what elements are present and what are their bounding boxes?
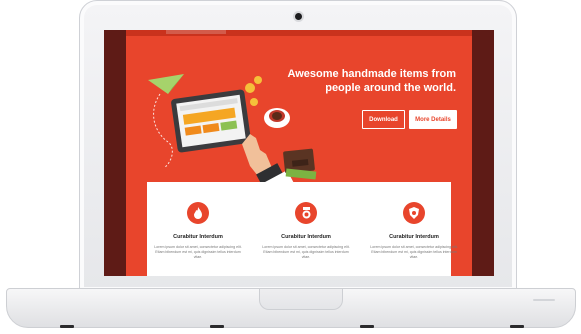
coffee-cup-icon <box>264 108 290 128</box>
laptop-foot <box>510 325 524 328</box>
laptop-base <box>6 288 576 328</box>
more-details-button[interactable]: More Details <box>409 110 457 129</box>
badge-icon <box>295 202 317 224</box>
nav-item[interactable] <box>166 30 226 34</box>
tablet-icon <box>171 89 251 153</box>
wallet-icon <box>283 148 317 180</box>
fire-icon <box>187 202 209 224</box>
hero-headline-line2: people around the world. <box>325 82 456 94</box>
right-sidebar-shade <box>472 30 494 276</box>
feature-description: Lorem ipsum dolor sit amet, consectetur … <box>262 245 350 259</box>
laptop-foot <box>60 325 74 328</box>
power-indicator <box>533 299 555 301</box>
hero-headline-line1: Awesome handmade items from <box>287 68 456 80</box>
features-panel: Curabitur Interdum Lorem ipsum dolor sit… <box>147 182 458 276</box>
webcam-icon <box>295 13 302 20</box>
laptop-foot <box>210 325 224 328</box>
top-navbar <box>126 30 472 36</box>
laptop-foot <box>360 325 374 328</box>
feature-description: Lorem ipsum dolor sit amet, consectetur … <box>370 245 458 259</box>
hero-headline: Awesome handmade items from people aroun… <box>266 67 456 95</box>
feature-card-3: Curabitur Interdum Lorem ipsum dolor sit… <box>369 202 459 260</box>
coin-icon <box>245 76 262 106</box>
laptop-screen: Awesome handmade items from people aroun… <box>104 30 494 276</box>
feature-title: Curabitur Interdum <box>389 234 439 240</box>
feature-card-1: Curabitur Interdum Lorem ipsum dolor sit… <box>153 202 243 260</box>
feature-title: Curabitur Interdum <box>281 234 331 240</box>
feature-description: Lorem ipsum dolor sit amet, consectetur … <box>154 245 242 259</box>
feature-title: Curabitur Interdum <box>173 234 223 240</box>
download-button[interactable]: Download <box>362 110 405 129</box>
trackpad-notch <box>259 289 343 310</box>
left-sidebar-shade <box>104 30 126 276</box>
shield-icon <box>403 202 425 224</box>
feature-card-2: Curabitur Interdum Lorem ipsum dolor sit… <box>261 202 351 260</box>
